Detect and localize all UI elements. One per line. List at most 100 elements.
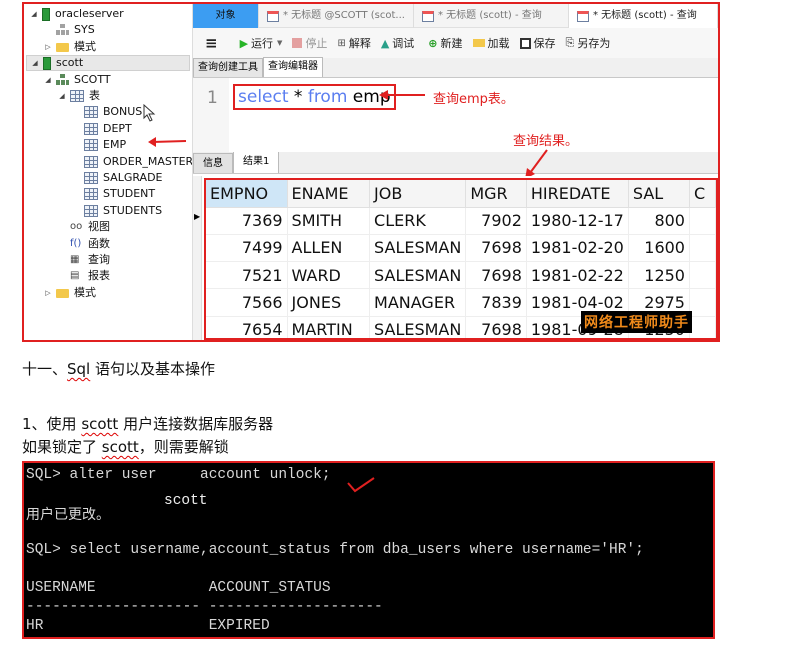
table-cell[interactable] bbox=[689, 207, 716, 235]
table-cell[interactable]: 7698 bbox=[465, 234, 527, 263]
tree-item[interactable]: oo 视图 bbox=[58, 219, 110, 235]
tree-item[interactable]: ▤ 报表 bbox=[58, 268, 110, 284]
table-cell[interactable]: 7902 bbox=[465, 207, 527, 235]
stop-button[interactable]: 停止 bbox=[292, 35, 327, 51]
table-cell[interactable]: ALLEN bbox=[287, 234, 371, 263]
table-cell[interactable]: 7839 bbox=[465, 288, 527, 317]
sql-star: * bbox=[288, 87, 308, 107]
tree-item[interactable]: EMP bbox=[72, 137, 126, 153]
column-header[interactable]: HIREDATE bbox=[526, 180, 629, 208]
table-cell[interactable] bbox=[689, 288, 716, 317]
table-row[interactable]: 7369 SMITH CLERK 7902 1980-12-17 800 bbox=[206, 207, 716, 235]
table-cell[interactable]: MANAGER bbox=[369, 288, 467, 317]
save-button[interactable]: 保存 bbox=[519, 35, 556, 51]
table-cell[interactable]: SMITH bbox=[287, 207, 371, 235]
load-button[interactable]: 加载 bbox=[472, 35, 510, 51]
tree-item[interactable]: DEPT bbox=[72, 121, 132, 137]
table-cell[interactable]: CLERK bbox=[369, 207, 467, 235]
table-cell[interactable]: 1981-02-20 bbox=[526, 234, 629, 263]
table-row[interactable]: 7521 WARD SALESMAN 7698 1981-02-22 1250 bbox=[206, 261, 716, 290]
tab-query-editor[interactable]: 查询编辑器 bbox=[263, 57, 323, 77]
line-number: 1 bbox=[207, 88, 218, 108]
tab-result-1[interactable]: 结果1 bbox=[233, 151, 280, 173]
table-cell[interactable] bbox=[689, 316, 716, 338]
tree-item[interactable]: ◢ scott bbox=[26, 55, 190, 72]
tab-info[interactable]: 信息 bbox=[193, 153, 233, 173]
tree-item[interactable]: STUDENT bbox=[72, 186, 155, 202]
table-cell[interactable]: MARTIN bbox=[287, 316, 371, 338]
table-cell[interactable] bbox=[689, 261, 716, 290]
menu-button[interactable]: ≡ bbox=[205, 34, 218, 52]
tab-query-1[interactable]: * 无标题 @SCOTT (scot... bbox=[259, 4, 414, 28]
step-1-text: 1、使用 scott 用户连接数据库服务器 bbox=[22, 413, 273, 434]
run-button[interactable]: ▶ 运行 ▼ bbox=[240, 35, 283, 51]
expanded-icon[interactable]: ◢ bbox=[44, 72, 52, 88]
tree-item[interactable]: ▷ 模式 bbox=[44, 285, 96, 301]
column-header[interactable]: C bbox=[689, 180, 716, 208]
table-cell[interactable]: SALESMAN bbox=[369, 234, 467, 263]
table-cell[interactable]: JONES bbox=[287, 288, 371, 317]
tree-item-label: ORDER_MASTER bbox=[103, 154, 194, 168]
save-icon bbox=[519, 37, 531, 49]
table-cell[interactable]: 800 bbox=[628, 207, 690, 235]
table-cell[interactable]: 7654 bbox=[206, 316, 288, 338]
tree-item[interactable]: BONUS bbox=[72, 104, 142, 120]
table-cell[interactable]: SALESMAN bbox=[369, 316, 467, 338]
stop-label: 停止 bbox=[305, 37, 328, 50]
sql-editor[interactable]: 1 select * from emp 查询emp表。 查询结果。 bbox=[193, 78, 718, 152]
sqlplus-terminal: SQL> alter user account unlock; scott 用户… bbox=[22, 461, 715, 639]
table-cell[interactable]: 7499 bbox=[206, 234, 288, 263]
tab-query-3[interactable]: * 无标题 (scott) - 查询 bbox=[569, 4, 718, 28]
debug-button[interactable]: ▲ 调试 bbox=[381, 35, 414, 51]
function-icon: f() bbox=[70, 237, 82, 249]
table-cell[interactable]: 7698 bbox=[465, 316, 527, 338]
expanded-icon[interactable]: ◢ bbox=[58, 88, 66, 104]
table-cell[interactable]: 1600 bbox=[628, 234, 690, 263]
new-button[interactable]: ⊕ 新建 bbox=[428, 35, 462, 51]
tree-item[interactable]: ◢ SCOTT bbox=[44, 72, 110, 88]
table-cell[interactable]: 1980-12-17 bbox=[526, 207, 629, 235]
expanded-icon[interactable]: ◢ bbox=[30, 6, 38, 22]
table-cell[interactable]: 1250 bbox=[628, 261, 690, 290]
tree-item[interactable]: SALGRADE bbox=[72, 170, 163, 186]
tree-item[interactable]: STUDENTS bbox=[72, 203, 162, 219]
load-label: 加载 bbox=[487, 37, 510, 50]
column-header[interactable]: MGR bbox=[465, 180, 527, 208]
tree-item-label: SALGRADE bbox=[103, 171, 163, 184]
collapsed-icon[interactable]: ▷ bbox=[44, 39, 52, 55]
tab-query-builder-label: 查询创建工具 bbox=[198, 62, 258, 73]
tree-item[interactable]: ORDER_MASTER bbox=[72, 154, 193, 170]
expanded-icon[interactable]: ◢ bbox=[31, 55, 39, 71]
tree-item[interactable]: ▷ 模式 bbox=[44, 39, 96, 55]
table-cell[interactable] bbox=[689, 234, 716, 263]
tab-query-builder[interactable]: 查询创建工具 bbox=[193, 58, 263, 77]
tree-item[interactable]: f() 函数 bbox=[58, 236, 110, 252]
explain-button[interactable]: ⊞ 解释 bbox=[337, 35, 370, 51]
column-header[interactable]: ENAME bbox=[287, 180, 371, 208]
table-cell[interactable]: 7521 bbox=[206, 261, 288, 290]
collapsed-icon[interactable]: ▷ bbox=[44, 285, 52, 301]
tree-item[interactable]: ◢ oracleserver bbox=[30, 6, 124, 22]
save-as-button[interactable]: ⎘ 另存为 bbox=[566, 35, 611, 51]
column-header[interactable]: SAL bbox=[628, 180, 690, 208]
editor-subtabs: 查询创建工具 查询编辑器 bbox=[193, 57, 718, 78]
tab-query-2[interactable]: * 无标题 (scott) - 查询 bbox=[414, 4, 569, 28]
table-cell[interactable]: SALESMAN bbox=[369, 261, 467, 290]
sql-keyword: select bbox=[238, 87, 289, 107]
table-cell[interactable]: 7566 bbox=[206, 288, 288, 317]
tree-item[interactable]: ◢ 表 bbox=[58, 88, 100, 104]
tree-item[interactable]: SYS bbox=[44, 22, 95, 38]
column-header[interactable]: EMPNO bbox=[206, 180, 288, 208]
table-cell[interactable]: 7369 bbox=[206, 207, 288, 235]
table-cell[interactable]: 7698 bbox=[465, 261, 527, 290]
tab-objects[interactable]: 对象 bbox=[193, 4, 259, 28]
terminal-line-user-altered: 用户已更改。 bbox=[26, 507, 110, 523]
column-header[interactable]: JOB bbox=[369, 180, 467, 208]
tree-item[interactable]: ▦ 查询 bbox=[58, 252, 110, 268]
tree-item-label: 视图 bbox=[88, 220, 110, 234]
table-cell[interactable]: 1981-02-22 bbox=[526, 261, 629, 290]
explain-icon: ⊞ bbox=[337, 37, 346, 49]
sql-code[interactable]: select * from emp bbox=[233, 84, 396, 110]
table-cell[interactable]: WARD bbox=[287, 261, 371, 290]
table-row[interactable]: 7499 ALLEN SALESMAN 7698 1981-02-20 1600 bbox=[206, 234, 716, 263]
